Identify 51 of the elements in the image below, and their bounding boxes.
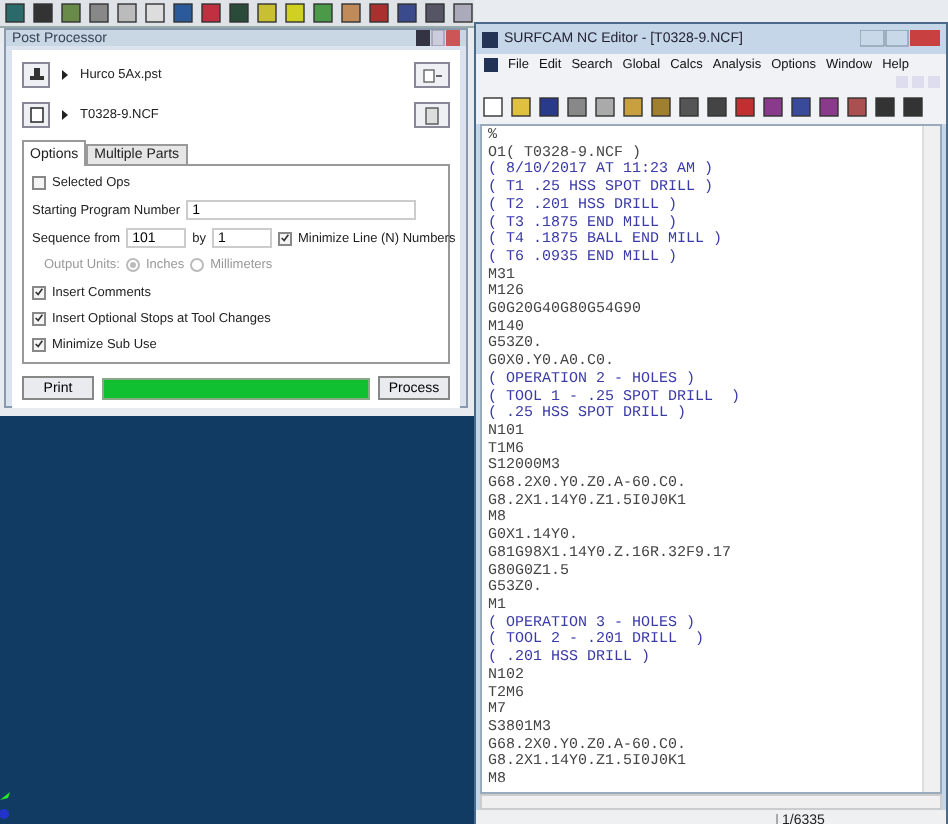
toolbar-icon[interactable] (594, 96, 616, 118)
toolbar-icon[interactable] (706, 96, 728, 118)
toolbar-icon[interactable] (790, 96, 812, 118)
toolbar-icon[interactable] (510, 96, 532, 118)
toolbar-icon[interactable] (650, 96, 672, 118)
toolbar-icon[interactable] (452, 2, 474, 24)
document-icon (424, 105, 440, 125)
toolbar-icon[interactable] (312, 2, 334, 24)
window-controls-icon[interactable] (416, 30, 460, 46)
checkbox[interactable] (32, 285, 46, 299)
file-button[interactable] (414, 62, 450, 88)
checkbox[interactable] (32, 337, 46, 352)
toolbar-icon[interactable] (538, 96, 560, 118)
toolbar-icon[interactable] (116, 2, 138, 24)
document-icon (27, 106, 45, 124)
toolbar-icon[interactable] (622, 96, 644, 118)
toolbar-icon[interactable] (482, 96, 504, 118)
toolbar-icon[interactable] (340, 2, 362, 24)
document-button[interactable] (22, 102, 50, 128)
toolbar-icon[interactable] (4, 2, 26, 24)
toolbar-icon[interactable] (846, 96, 868, 118)
toolbar-icon[interactable] (368, 2, 390, 24)
document-button[interactable] (414, 102, 450, 128)
toolbar-icon[interactable] (228, 2, 250, 24)
arrow-icon[interactable] (60, 66, 70, 84)
checkbox[interactable] (32, 311, 46, 326)
toolbar-icon[interactable] (762, 96, 784, 118)
app-icon (482, 31, 498, 47)
stamp-icon (27, 66, 45, 84)
toolbar-icon[interactable] (200, 2, 222, 24)
scrollbar[interactable] (922, 126, 940, 792)
toolbar-icon[interactable] (88, 2, 110, 24)
toolbar-icon[interactable] (818, 96, 840, 118)
toolbar-icon[interactable] (678, 96, 700, 118)
toolbar-icon[interactable] (172, 2, 194, 24)
toolbar-icon[interactable] (396, 2, 418, 24)
toolbar-icon[interactable] (424, 2, 446, 24)
toolbar-icon[interactable] (60, 2, 82, 24)
toolbar-icon[interactable] (284, 2, 306, 24)
toolbar-icon[interactable] (566, 96, 588, 118)
checkbox[interactable] (277, 231, 292, 246)
toolbar-icon[interactable] (32, 2, 54, 24)
file-icon (422, 67, 442, 83)
axis-icon (0, 792, 14, 820)
toolbar-icon[interactable] (874, 96, 896, 118)
arrow-icon[interactable] (60, 106, 70, 124)
toolbar-icon[interactable] (256, 2, 278, 24)
stamp-button[interactable] (22, 62, 50, 88)
checkbox[interactable] (32, 176, 46, 191)
toolbar-icon[interactable] (734, 96, 756, 118)
toolbar-icon[interactable] (902, 96, 924, 118)
